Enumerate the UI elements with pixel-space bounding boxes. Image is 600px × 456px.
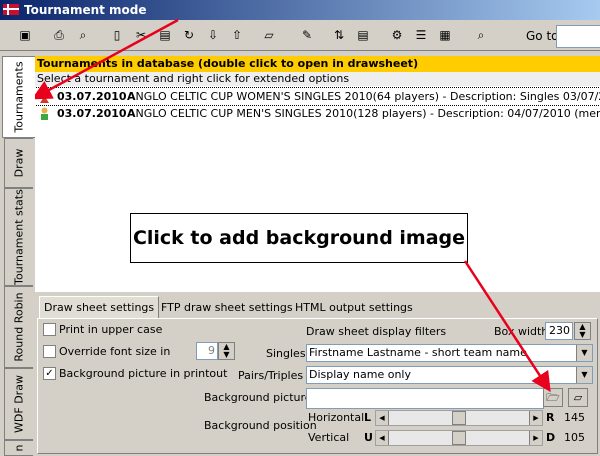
doc-icon[interactable]: ▤	[156, 26, 174, 44]
tournament-name-initial: A	[127, 107, 136, 120]
bg-picture-label: Background picture	[204, 391, 312, 404]
tab-ftp-draw-sheet-settings[interactable]: FTP draw sheet settings	[157, 298, 297, 317]
scroll-left-icon[interactable]: ◀	[376, 411, 389, 425]
scroll-right-icon[interactable]: ▶	[529, 431, 542, 445]
toolbar: ▣ ⎙ ⌕ ▯ ✂ ▤ ↻ ⇩ ⇧ ▱ ✎ ⇅ ▤ ⚙ ☰ ▦ ⌕ Go to	[0, 22, 600, 51]
tournament-name-initial: A	[127, 90, 136, 103]
tournament-row[interactable]: 03.07.2010 ANGLO CELTIC CUP MEN'S SINGLE…	[35, 105, 600, 122]
chevron-down-icon[interactable]: ▼	[576, 345, 592, 361]
import-icon[interactable]: ⇩	[204, 26, 222, 44]
pairs-select[interactable]: Display name only ▼	[306, 366, 593, 384]
vertical-value: 105	[564, 431, 585, 444]
panel-header: Tournaments in database (double click to…	[35, 56, 600, 72]
horizontal-label: Horizontal	[308, 411, 365, 424]
tab-round-robin[interactable]: Round Robin	[4, 286, 33, 368]
tab-draw-label: Draw	[12, 148, 26, 178]
tab-wdf-draw[interactable]: WDF Draw	[4, 368, 33, 440]
print-preview-icon[interactable]: ⌕	[74, 26, 92, 44]
pairs-select-value: Display name only	[309, 368, 412, 381]
filters-label: Draw sheet display filters	[306, 325, 447, 338]
window-title: Tournament mode	[24, 3, 147, 17]
vertical-slider[interactable]: ◀ ▶	[375, 430, 543, 446]
tournament-date: 03.07.2010	[57, 107, 127, 120]
tournament-row[interactable]: 03.07.2010 ANGLO CELTIC CUP WOMEN'S SING…	[34, 87, 600, 106]
scissors-icon[interactable]: ✂	[132, 26, 150, 44]
document-icon[interactable]: ▤	[354, 26, 372, 44]
scroll-left-icon[interactable]: ◀	[376, 431, 389, 445]
tab-wdf-draw-label: WDF Draw	[12, 375, 26, 433]
new-icon[interactable]: ▯	[108, 26, 126, 44]
vertical-slider-thumb[interactable]	[452, 431, 466, 445]
singles-select[interactable]: Firstname Lastname - short team name ▼	[306, 344, 593, 362]
bg-printout-checkbox[interactable]: ✓	[43, 367, 56, 380]
horizontal-slider-thumb[interactable]	[452, 411, 466, 425]
refresh-icon[interactable]: ↻	[180, 26, 198, 44]
box-width-value[interactable]: 230	[545, 322, 573, 340]
bg-printout-label: Background picture in printout	[59, 367, 228, 380]
eraser-icon[interactable]: ▱	[260, 26, 278, 44]
tab-draw-sheet-settings[interactable]: Draw sheet settings	[39, 296, 160, 319]
box-width-label: Box width	[494, 325, 549, 338]
override-font-label: Override font size in	[59, 345, 171, 358]
tab-more-label: n	[12, 444, 26, 452]
women-player-icon	[40, 90, 49, 103]
tournament-name: ANGLO CELTIC CUP MEN'S SINGLES 2010(128 …	[127, 105, 600, 122]
bg-picture-input[interactable]	[306, 388, 544, 409]
draw-sheet-settings-pane: Print in upper case Override font size i…	[37, 318, 598, 454]
eraser-icon[interactable]: ▱	[568, 388, 588, 407]
print-icon[interactable]: ⎙	[50, 26, 68, 44]
side-tabs: Tournaments Draw Tournament stats Round …	[0, 52, 35, 456]
sort-icon[interactable]: ⇅	[330, 26, 348, 44]
horizontal-left-label: L	[364, 411, 372, 424]
tab-tournaments[interactable]: Tournaments	[2, 56, 35, 138]
title-bar: Tournament mode	[0, 0, 600, 20]
horizontal-value: 145	[564, 411, 585, 424]
chevron-down-icon[interactable]: ▼	[576, 367, 592, 383]
panel-subheader: Select a tournament and right click for …	[35, 72, 600, 86]
exit-icon[interactable]: ▣	[16, 26, 34, 44]
men-player-icon	[41, 107, 48, 120]
horizontal-slider[interactable]: ◀ ▶	[375, 410, 543, 426]
list-icon[interactable]: ☰	[412, 26, 430, 44]
tab-html-output-settings[interactable]: HTML output settings	[291, 298, 417, 317]
tab-tournament-stats[interactable]: Tournament stats	[4, 188, 33, 286]
settings-icon[interactable]: ⚙	[388, 26, 406, 44]
override-font-value[interactable]: 9	[196, 342, 218, 360]
table-icon[interactable]: ▦	[436, 26, 454, 44]
vertical-down-label: D	[546, 431, 556, 444]
print-upper-label: Print in upper case	[59, 323, 163, 336]
settings-area: Draw sheet settings FTP draw sheet setti…	[35, 292, 600, 454]
bg-position-label: Background position	[204, 419, 317, 432]
tab-tournaments-label: Tournaments	[12, 61, 26, 133]
print-upper-checkbox[interactable]	[43, 323, 56, 336]
scroll-right-icon[interactable]: ▶	[529, 411, 542, 425]
open-folder-icon[interactable]: 🗁	[543, 388, 563, 407]
vertical-label: Vertical	[308, 431, 350, 444]
tab-tournament-stats-label: Tournament stats	[12, 189, 26, 285]
tab-draw[interactable]: Draw	[4, 138, 33, 188]
horizontal-right-label: R	[546, 411, 555, 424]
callout-box: Click to add background image	[130, 213, 468, 263]
tab-round-robin-label: Round Robin	[12, 292, 26, 362]
goto-input[interactable]	[556, 25, 600, 48]
tournament-name: ANGLO CELTIC CUP WOMEN'S SINGLES 2010(64…	[127, 88, 600, 105]
edit-icon[interactable]: ✎	[298, 26, 316, 44]
singles-label: Singles	[266, 347, 306, 360]
tournament-name-rest: NGLO CELTIC CUP WOMEN'S SINGLES 2010(64 …	[135, 90, 600, 103]
export-icon[interactable]: ⇧	[228, 26, 246, 44]
tournament-date: 03.07.2010	[57, 90, 127, 103]
pairs-label: Pairs/Triples	[238, 369, 304, 382]
box-width-spin-icon[interactable]: ▲ ▼	[574, 322, 591, 340]
tournament-name-rest: NGLO CELTIC CUP MEN'S SINGLES 2010(128 p…	[135, 107, 600, 120]
goto-label: Go to	[526, 29, 559, 43]
vertical-up-label: U	[364, 431, 373, 444]
search-icon[interactable]: ⌕	[472, 26, 490, 44]
singles-select-value: Firstname Lastname - short team name	[309, 346, 527, 359]
override-font-checkbox[interactable]	[43, 345, 56, 358]
flag-icon	[3, 4, 19, 15]
font-spin-icon[interactable]: ▲ ▼	[218, 342, 235, 360]
